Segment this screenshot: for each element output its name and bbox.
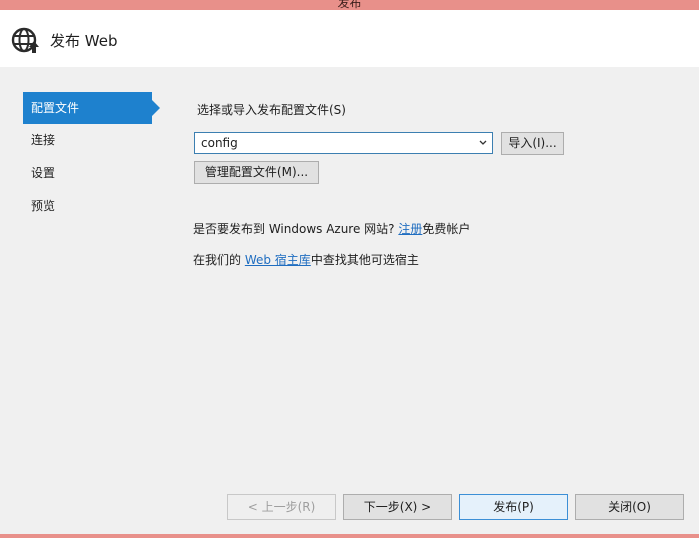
- title-bar[interactable]: 发布: [0, 0, 699, 10]
- next-button[interactable]: 下一步(X) >: [343, 494, 452, 520]
- dialog-header: 发布 Web: [0, 10, 699, 67]
- publish-button[interactable]: 发布(P): [459, 494, 568, 520]
- hosting-text-prefix: 在我们的: [193, 253, 245, 267]
- hosting-gallery-text: 在我们的 Web 宿主库中查找其他可选宿主: [193, 251, 419, 268]
- profile-select-label: 选择或导入发布配置文件(S): [197, 103, 346, 117]
- manage-profiles-button[interactable]: 管理配置文件(M)...: [194, 161, 319, 184]
- nav-item-profile[interactable]: 配置文件: [23, 92, 160, 124]
- publish-web-dialog: 发布 发布 Web 配置文件 连接 设置 预览 选择或导入发布配置文件(S) c…: [0, 0, 699, 538]
- azure-signup-text: 是否要发布到 Windows Azure 网站? 注册免费帐户: [193, 220, 470, 237]
- profile-dropdown[interactable]: config: [194, 132, 493, 154]
- import-button[interactable]: 导入(I)...: [501, 132, 564, 155]
- hosting-text-suffix: 中查找其他可选宿主: [310, 253, 419, 267]
- nav-item-connection[interactable]: 连接: [23, 124, 163, 157]
- globe-publish-icon: [11, 27, 39, 53]
- chevron-down-icon[interactable]: [478, 136, 488, 150]
- profile-dropdown-value: config: [201, 136, 238, 150]
- page-title: 发布 Web: [50, 32, 118, 50]
- nav-item-settings[interactable]: 设置: [23, 157, 163, 190]
- previous-button[interactable]: < 上一步(R): [227, 494, 336, 520]
- azure-text-prefix: 是否要发布到 Windows Azure 网站?: [193, 222, 399, 236]
- wizard-nav: 配置文件 连接 设置 预览: [23, 92, 163, 223]
- hosting-gallery-link[interactable]: Web 宿主库: [245, 253, 311, 267]
- nav-item-preview[interactable]: 预览: [23, 190, 163, 223]
- close-button[interactable]: 关闭(O): [575, 494, 684, 520]
- azure-text-suffix: 免费帐户: [422, 222, 471, 236]
- window-title: 发布: [337, 0, 362, 10]
- azure-signup-link[interactable]: 注册: [398, 222, 422, 236]
- window-bottom-border: [0, 534, 699, 538]
